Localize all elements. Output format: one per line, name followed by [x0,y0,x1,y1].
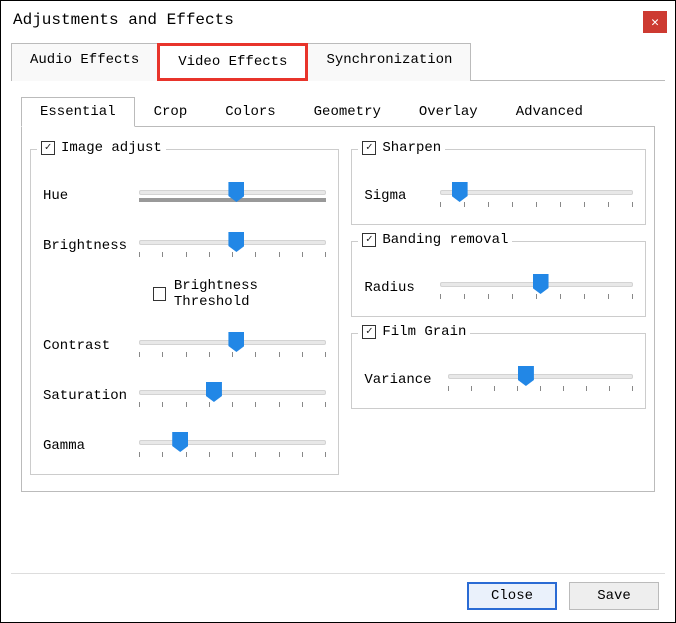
banding-group: Banding removal Radius [351,241,646,317]
sigma-thumb[interactable] [452,182,468,202]
grain-group: Film Grain Variance [351,333,646,409]
subtab-overlay[interactable]: Overlay [400,97,497,127]
gamma-slider[interactable] [139,432,326,460]
window-title: Adjustments and Effects [13,11,234,29]
contrast-slider[interactable] [139,332,326,360]
variance-label: Variance [364,372,436,388]
gamma-label: Gamma [43,438,127,454]
brightness-slider[interactable] [139,232,326,260]
image-adjust-group: Image adjust Hue Brightness Bri [30,149,339,475]
radius-thumb[interactable] [533,274,549,294]
main-tabs: Audio Effects Video Effects Synchronizat… [11,43,665,81]
brightness-threshold-checkbox[interactable] [153,287,166,301]
subtab-colors[interactable]: Colors [206,97,294,127]
subtab-crop[interactable]: Crop [135,97,207,127]
sub-tabs: Essential Crop Colors Geometry Overlay A… [21,97,655,127]
grain-label: Film Grain [382,324,466,340]
radius-slider[interactable] [440,274,633,302]
radius-label: Radius [364,280,428,296]
hue-label: Hue [43,188,127,204]
image-adjust-label: Image adjust [61,140,162,156]
brightness-label: Brightness [43,238,127,254]
close-button[interactable]: Close [467,582,557,610]
subtab-advanced[interactable]: Advanced [497,97,602,127]
subtab-geometry[interactable]: Geometry [295,97,400,127]
grain-checkbox[interactable] [362,325,376,339]
image-adjust-checkbox[interactable] [41,141,55,155]
gamma-thumb[interactable] [172,432,188,452]
brightness-threshold-label: Brightness Threshold [174,278,326,310]
sigma-label: Sigma [364,188,428,204]
hue-slider[interactable] [139,182,326,210]
tab-video-effects[interactable]: Video Effects [157,43,308,81]
saturation-thumb[interactable] [206,382,222,402]
banding-label: Banding removal [382,232,508,248]
brightness-thumb[interactable] [228,232,244,252]
saturation-slider[interactable] [139,382,326,410]
contrast-label: Contrast [43,338,127,354]
sigma-slider[interactable] [440,182,633,210]
save-button[interactable]: Save [569,582,659,610]
sharpen-label: Sharpen [382,140,441,156]
sharpen-group: Sharpen Sigma [351,149,646,225]
sharpen-checkbox[interactable] [362,141,376,155]
contrast-thumb[interactable] [228,332,244,352]
variance-thumb[interactable] [518,366,534,386]
saturation-label: Saturation [43,388,127,404]
subtab-essential[interactable]: Essential [21,97,135,127]
close-icon[interactable]: ✕ [643,11,667,33]
variance-slider[interactable] [448,366,633,394]
banding-checkbox[interactable] [362,233,376,247]
tab-synchronization[interactable]: Synchronization [307,43,471,81]
tab-audio-effects[interactable]: Audio Effects [11,43,158,81]
